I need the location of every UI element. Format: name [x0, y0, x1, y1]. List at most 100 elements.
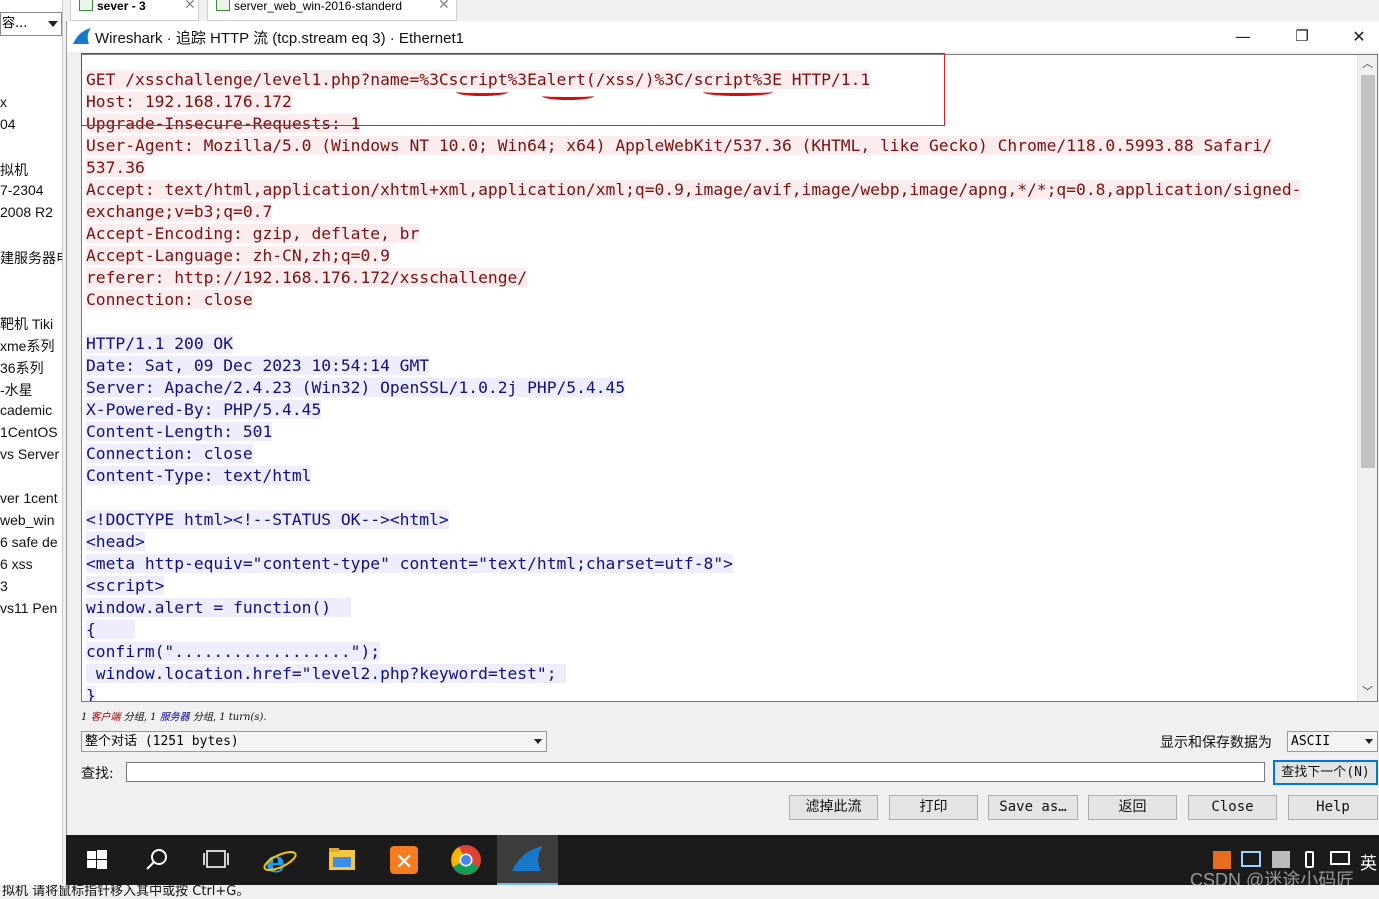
sidebar-vm-item[interactable]: 2008 R2 — [0, 204, 53, 220]
server-response-line — [86, 487, 1301, 509]
sidebar-vm-item[interactable]: 靶机 Tiki — [0, 314, 53, 334]
show-as-select[interactable]: ASCII — [1287, 731, 1378, 752]
sidebar-vm-item[interactable]: vs Server — [0, 446, 59, 462]
filter-out-button[interactable]: 滤掉此流 — [789, 795, 878, 820]
server-response-line: window.location.href="level2.php?keyword… — [86, 663, 1301, 685]
summary-sep: 分组, — [192, 712, 217, 723]
sidebar-vm-item[interactable]: cademic — [0, 402, 52, 418]
summary-turns: 1 turn(s). — [219, 712, 267, 723]
sidebar-vm-item[interactable]: 建服务器电 — [0, 248, 62, 268]
annotation-box — [81, 53, 945, 126]
summary-client-count: 1 — [81, 712, 88, 723]
stream-text: Date: Sat, 09 Dec 2023 10:54:14 GMT — [86, 356, 430, 375]
chevron-down-icon[interactable] — [1365, 739, 1373, 744]
task-view-icon[interactable] — [186, 835, 247, 885]
sidebar-vm-item[interactable]: 6 safe de — [0, 534, 58, 550]
stream-text: Content-Type: text/html — [86, 466, 312, 485]
summary-sep: 分组, — [123, 712, 147, 723]
vm-tab-server-web[interactable]: server_web_win-2016-standerd ✕ — [207, 0, 457, 21]
find-input[interactable] — [126, 762, 1265, 782]
sidebar-vm-item[interactable]: web_win — [0, 512, 54, 528]
stream-text: window.location.href="level2.php?keyword… — [86, 664, 567, 683]
wireshark-taskbar-icon[interactable] — [497, 835, 558, 885]
window-titlebar: Wireshark · 追踪 HTTP 流 (tcp.stream eq 3) … — [67, 21, 1379, 52]
help-button[interactable]: Help — [1288, 795, 1378, 820]
server-response-line: window.alert = function() — [86, 597, 1301, 619]
client-request-line: Accept-Language: zh-CN,zh;q=0.9 — [86, 245, 1301, 267]
chevron-down-icon[interactable] — [48, 21, 58, 27]
search-icon[interactable] — [126, 835, 187, 885]
network-manager-tray-icon[interactable] — [1241, 851, 1261, 867]
chrome-icon[interactable] — [435, 835, 496, 885]
sidebar-vm-item[interactable]: 拟机 — [0, 160, 28, 180]
stream-text: 537.36 — [86, 158, 145, 177]
wireshark-follow-stream-window: Wireshark · 追踪 HTTP 流 (tcp.stream eq 3) … — [66, 21, 1379, 835]
sidebar-vm-item[interactable]: x — [0, 94, 7, 110]
input-language-indicator[interactable]: 英 — [1360, 849, 1377, 874]
back-button[interactable]: 返回 — [1088, 795, 1177, 820]
client-request-line: Connection: close — [86, 289, 1301, 311]
stream-lines: GET /xsschallenge/level1.php?name=%3Cscr… — [86, 69, 1302, 701]
internet-explorer-icon[interactable]: e — [249, 835, 310, 885]
server-response-line: Server: Apache/2.4.23 (Win32) OpenSSL/1.… — [86, 377, 1301, 399]
vm-icon — [216, 0, 230, 11]
sidebar-vm-item[interactable]: vs11 Pen — [0, 600, 57, 616]
print-button[interactable]: 打印 — [889, 795, 978, 820]
file-explorer-icon[interactable] — [311, 835, 372, 885]
annotation-underline — [703, 88, 773, 96]
server-response-line: Content-Length: 501 — [86, 421, 1301, 443]
stream-text: HTTP/1.1 200 OK — [86, 334, 234, 353]
vm-tab-sever[interactable]: sever - 3 ✕ — [70, 0, 199, 21]
stream-summary: 1 客户端 分组, 1 服务器 分组, 1 turn(s). — [81, 708, 267, 723]
library-search-box[interactable]: 容... — [0, 12, 62, 36]
stream-text: referer: http://192.168.176.172/xsschall… — [86, 268, 528, 287]
sidebar-vm-item[interactable]: 3 — [0, 578, 8, 594]
server-response-line: X-Powered-By: PHP/5.4.45 — [86, 399, 1301, 421]
windows-start-icon[interactable] — [66, 835, 127, 885]
sidebar-vm-item[interactable]: xme系列 — [0, 336, 54, 356]
annotation-underline — [542, 92, 594, 100]
stream-text: exchange;v=b3;q=0.7 — [86, 202, 273, 221]
sidebar-vm-item[interactable]: 7-2304 — [0, 182, 44, 198]
close-icon[interactable]: ✕ — [438, 0, 450, 11]
svg-text:✕: ✕ — [395, 850, 413, 875]
close-icon[interactable]: ✕ — [184, 0, 196, 11]
vm-library-sidebar: 容... x 04 拟机 7-2304 2008 R2 建服务器电靶机 Tiki xme系列… — [0, 0, 63, 884]
show-as-value: ASCII — [1291, 734, 1331, 749]
annotation-underline — [456, 88, 508, 96]
maximize-button[interactable]: ❐ — [1273, 21, 1331, 52]
scroll-down-icon[interactable]: ﹀ — [1358, 683, 1377, 701]
vertical-scrollbar[interactable]: ︿ ﹀ — [1357, 55, 1377, 701]
save-as-button[interactable]: Save as… — [988, 795, 1078, 820]
sidebar-vm-item[interactable]: 04 — [0, 116, 16, 132]
conversation-select[interactable]: 整个对话 (1251 bytes) — [81, 731, 547, 752]
close-button[interactable]: ✕ — [1330, 21, 1379, 52]
sidebar-vm-item[interactable]: 6 xss — [0, 556, 33, 572]
sidebar-vm-item[interactable]: ver 1cent — [0, 490, 58, 506]
stream-text: Server: Apache/2.4.23 (Win32) OpenSSL/1.… — [86, 378, 626, 397]
vm-tab-strip: sever - 3 ✕ server_web_win-2016-standerd… — [66, 0, 1379, 21]
sidebar-vm-item[interactable]: 36系列 — [0, 358, 44, 378]
window-title: Wireshark · 追踪 HTTP 流 (tcp.stream eq 3) … — [95, 30, 464, 47]
minimize-button[interactable]: — — [1214, 21, 1272, 52]
server-response-line: Date: Sat, 09 Dec 2023 10:54:14 GMT — [86, 355, 1301, 377]
server-response-line: <meta http-equiv="content-type" content=… — [86, 553, 1301, 575]
summary-server-count: 1 — [150, 712, 157, 723]
server-response-line: confirm(".................."); — [86, 641, 1301, 663]
scrollbar-thumb[interactable] — [1361, 75, 1375, 468]
client-request-line: referer: http://192.168.176.172/xsschall… — [86, 267, 1301, 289]
find-next-button[interactable]: 查找下一个(N) — [1273, 760, 1378, 785]
xampp-icon[interactable]: ✕ — [373, 835, 434, 885]
chevron-down-icon[interactable] — [534, 739, 542, 744]
stream-text: <!DOCTYPE html><!--STATUS OK--><html> — [86, 510, 449, 529]
sidebar-vm-item[interactable]: 1CentOS — [0, 424, 58, 440]
sidebar-vm-item[interactable]: -水星 — [0, 380, 33, 400]
server-response-line: <!DOCTYPE html><!--STATUS OK--><html> — [86, 509, 1301, 531]
wireshark-fin-icon — [73, 28, 91, 44]
conversation-select-value: 整个对话 (1251 bytes) — [85, 734, 239, 749]
network-tray-icon[interactable] — [1330, 851, 1350, 865]
stream-content-pane[interactable]: GET /xsschallenge/level1.php?name=%3Cscr… — [81, 54, 1378, 702]
server-response-line: HTTP/1.1 200 OK — [86, 333, 1301, 355]
close-dialog-button[interactable]: Close — [1188, 795, 1277, 820]
scroll-up-icon[interactable]: ︿ — [1358, 55, 1377, 73]
